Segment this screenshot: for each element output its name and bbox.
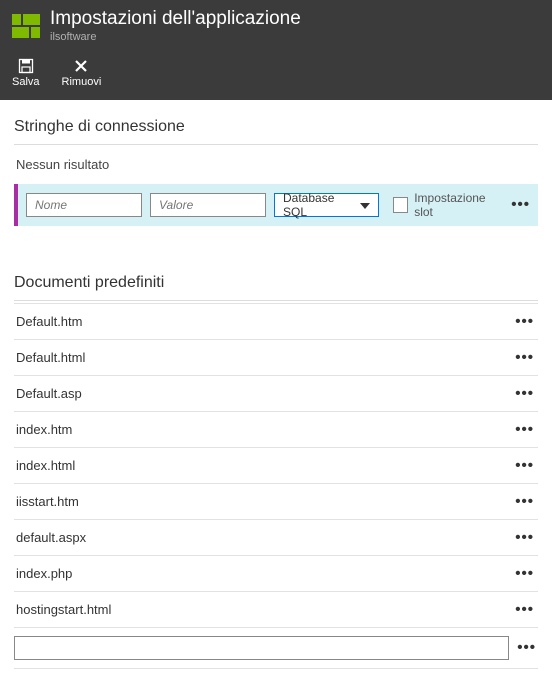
doc-name: hostingstart.html	[16, 602, 111, 617]
doc-list: Default.htm•••Default.html•••Default.asp…	[14, 303, 538, 628]
doc-input-more-button[interactable]: •••	[517, 639, 536, 656]
doc-more-button[interactable]: •••	[515, 385, 534, 402]
doc-more-button[interactable]: •••	[515, 565, 534, 582]
checkbox-icon	[393, 197, 408, 213]
conn-db-select-value: Database SQL	[283, 191, 354, 219]
doc-row: index.html •••	[14, 448, 538, 484]
doc-more-button[interactable]: •••	[515, 493, 534, 510]
doc-more-button[interactable]: •••	[515, 457, 534, 474]
doc-more-button[interactable]: •••	[515, 313, 534, 330]
conn-row: Database SQL Impostazione slot •••	[14, 184, 538, 226]
divider	[14, 300, 538, 301]
close-icon	[73, 58, 89, 74]
content: Stringhe di connessione Nessun risultato…	[0, 100, 552, 681]
doc-name: index.html	[16, 458, 75, 473]
conn-section-title: Stringhe di connessione	[14, 118, 538, 136]
header-title-block: Impostazioni dell'applicazione ilsoftwar…	[50, 8, 301, 44]
conn-slot-label: Impostazione slot	[414, 191, 501, 219]
doc-name: iisstart.htm	[16, 494, 79, 509]
doc-more-button[interactable]: •••	[515, 349, 534, 366]
doc-name: default.aspx	[16, 530, 86, 545]
page-title: Impostazioni dell'applicazione	[50, 8, 301, 31]
doc-more-button[interactable]: •••	[515, 529, 534, 546]
header-top: Impostazioni dell'applicazione ilsoftwar…	[12, 8, 540, 44]
doc-more-button[interactable]: •••	[515, 601, 534, 618]
toolbar: Salva Rimuovi	[12, 54, 540, 88]
save-button-label: Salva	[12, 76, 40, 88]
conn-no-result: Nessun risultato	[14, 147, 538, 184]
header: Impostazioni dell'applicazione ilsoftwar…	[0, 0, 552, 100]
conn-db-select[interactable]: Database SQL	[274, 193, 379, 217]
docs-section-title: Documenti predefiniti	[14, 274, 538, 292]
page-subtitle: ilsoftware	[50, 31, 301, 44]
doc-input-row: •••	[14, 628, 538, 669]
doc-row: Default.htm •••	[14, 303, 538, 340]
remove-button[interactable]: Rimuovi	[62, 58, 102, 88]
doc-name: Default.asp	[16, 386, 82, 401]
save-button[interactable]: Salva	[12, 58, 40, 88]
doc-new-input[interactable]	[14, 636, 509, 660]
doc-row: index.php •••	[14, 556, 538, 592]
remove-button-label: Rimuovi	[62, 76, 102, 88]
doc-row: iisstart.htm •••	[14, 484, 538, 520]
doc-name: Default.html	[16, 350, 85, 365]
conn-more-button[interactable]: •••	[509, 196, 532, 213]
doc-row: Default.html •••	[14, 340, 538, 376]
doc-row: hostingstart.html •••	[14, 592, 538, 628]
save-icon	[18, 58, 34, 74]
doc-name: Default.htm	[16, 314, 82, 329]
doc-row: index.htm •••	[14, 412, 538, 448]
doc-row: default.aspx •••	[14, 520, 538, 556]
doc-row: Default.asp •••	[14, 376, 538, 412]
doc-name: index.php	[16, 566, 72, 581]
app-icon	[12, 14, 40, 38]
doc-more-button[interactable]: •••	[515, 421, 534, 438]
conn-value-input[interactable]	[150, 193, 266, 217]
doc-name: index.htm	[16, 422, 72, 437]
conn-slot-checkbox-label[interactable]: Impostazione slot	[393, 191, 501, 219]
conn-name-input[interactable]	[26, 193, 142, 217]
divider	[14, 144, 538, 145]
